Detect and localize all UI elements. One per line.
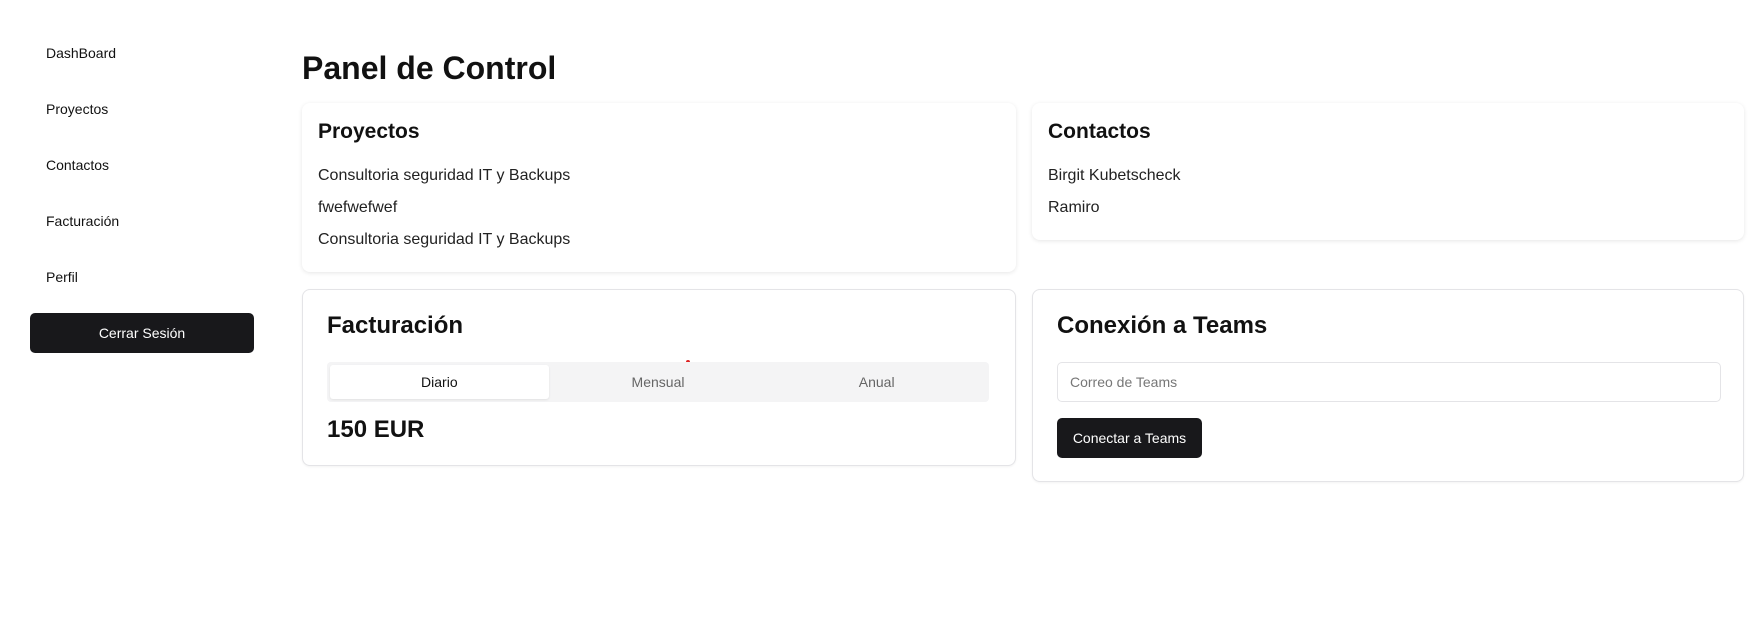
app-root: DashBoard Proyectos Contactos Facturació…: [0, 0, 1758, 636]
sidebar-item-facturacion[interactable]: Facturación: [46, 213, 119, 229]
projects-list: Consultoria seguridad IT y Backups fwefw…: [318, 160, 570, 256]
tab-anual[interactable]: Anual: [767, 365, 986, 399]
contacts-card: Contactos Birgit Kubetscheck Ramiro: [1032, 103, 1744, 240]
list-item[interactable]: Ramiro: [1048, 192, 1181, 224]
billing-tabs: Diario Mensual Anual: [327, 362, 989, 402]
logout-button[interactable]: Cerrar Sesión: [30, 313, 254, 353]
billing-card: Facturación Diario Mensual Anual 150 EUR: [302, 289, 1016, 466]
sidebar-item-contactos[interactable]: Contactos: [46, 157, 109, 173]
billing-title: Facturación: [327, 312, 464, 339]
list-item[interactable]: Birgit Kubetscheck: [1048, 160, 1181, 192]
projects-title: Proyectos: [318, 120, 420, 143]
connect-teams-button[interactable]: Conectar a Teams: [1057, 418, 1202, 458]
list-item[interactable]: Consultoria seguridad IT y Backups: [318, 224, 570, 256]
sidebar-item-proyectos[interactable]: Proyectos: [46, 101, 108, 117]
billing-amount: 150 EUR: [327, 416, 425, 443]
projects-card: Proyectos Consultoria seguridad IT y Bac…: [302, 103, 1016, 272]
contacts-title: Contactos: [1048, 120, 1151, 143]
teams-email-input[interactable]: [1057, 362, 1721, 402]
tab-diario[interactable]: Diario: [330, 365, 549, 399]
page-title: Panel de Control: [302, 50, 557, 86]
sidebar: DashBoard Proyectos Contactos Facturació…: [0, 0, 265, 636]
contacts-list: Birgit Kubetscheck Ramiro: [1048, 160, 1181, 224]
sidebar-item-dashboard[interactable]: DashBoard: [46, 45, 116, 61]
tab-mensual[interactable]: Mensual: [549, 365, 768, 399]
list-item[interactable]: Consultoria seguridad IT y Backups: [318, 160, 570, 192]
sidebar-item-perfil[interactable]: Perfil: [46, 269, 78, 285]
teams-card: Conexión a Teams Conectar a Teams: [1032, 289, 1744, 482]
list-item[interactable]: fwefwefwef: [318, 192, 570, 224]
teams-title: Conexión a Teams: [1057, 312, 1268, 339]
